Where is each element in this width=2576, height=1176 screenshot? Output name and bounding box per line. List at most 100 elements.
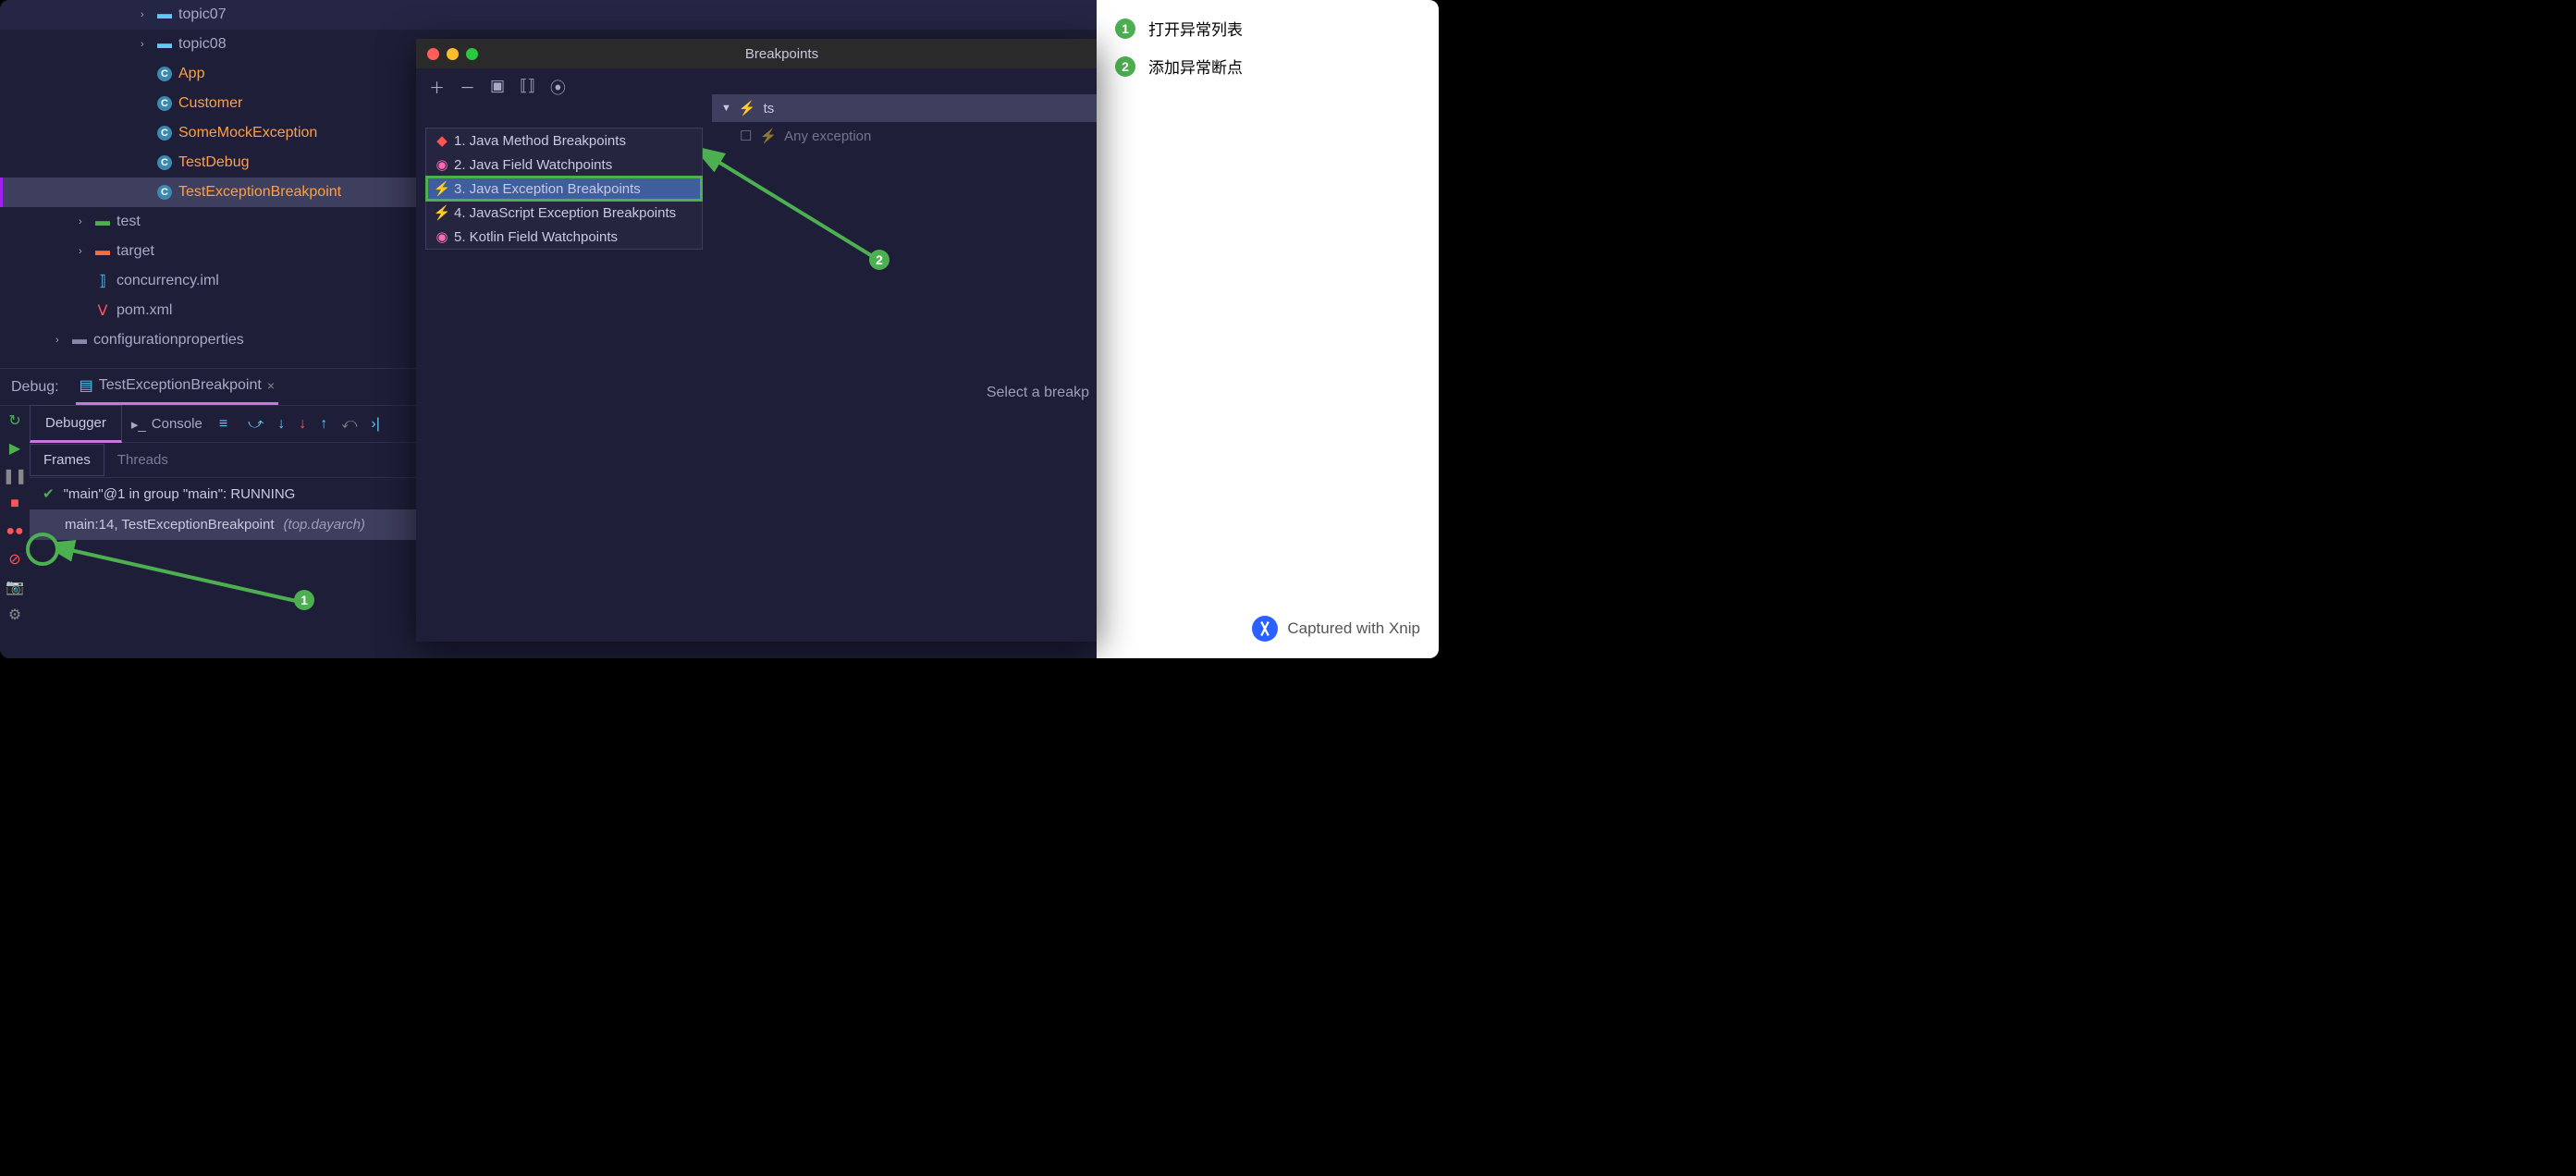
debug-label: Debug: [11,379,59,396]
menu-java-exception-bp[interactable]: ⚡ 3. Java Exception Breakpoints [426,177,702,201]
view-breakpoints-icon[interactable]: ●● [6,522,24,541]
chevron-down-icon: ▼ [721,103,731,114]
traffic-lights [427,48,478,60]
bp-any-exception: Any exception [784,129,871,144]
overlay-badge-1: 1 [294,590,314,610]
tree-label: pom.xml [117,302,172,319]
chevron-right-icon: › [141,39,152,50]
step-into-icon[interactable]: ↓ [277,416,285,433]
group-by-icon[interactable]: ▣ [490,77,505,95]
tree-label: TestDebug [178,154,250,171]
annotation-1: 1 打开异常列表 [1115,17,1420,40]
menu-label: 2. Java Field Watchpoints [454,157,612,173]
resume-icon[interactable]: ▶ [6,439,24,458]
chevron-right-icon: › [141,9,152,20]
lightning-icon: ⚡ [435,204,448,221]
menu-js-exception-bp[interactable]: ⚡ 4. JavaScript Exception Breakpoints [426,201,702,225]
group-by-class-icon[interactable]: ⦿ [550,75,566,98]
close-icon[interactable]: × [267,378,275,393]
tree-item-topic07[interactable]: › ▬ topic07 [0,0,1097,30]
annotation-panel: 1 打开异常列表 2 添加异常断点 Captured with Xnip [1097,0,1439,658]
step-over-icon[interactable]: ⤻ [248,416,264,433]
maximize-window-icon[interactable] [466,48,478,60]
bp-any-exception-row[interactable]: ☐ ⚡ Any exception [712,122,1097,150]
menu-label: 3. Java Exception Breakpoints [454,181,641,197]
check-icon: ✔ [43,485,55,502]
mute-breakpoints-icon[interactable]: ⊘ [6,550,24,569]
file-icon: ⟧ [94,273,111,289]
tree-label: test [117,214,141,230]
dialog-content: ▼ ⚡ ts ☐ ⚡ Any exception [712,94,1097,642]
camera-icon[interactable]: 📷 [6,578,24,596]
menu-java-field-wp[interactable]: ◉ 2. Java Field Watchpoints [426,153,702,177]
eye-icon: ◉ [435,156,448,173]
annotation-2-text: 添加异常断点 [1148,55,1243,78]
drop-frame-icon[interactable]: ⤺ [341,416,357,433]
tree-label: concurrency.iml [117,273,219,289]
dialog-hint: Select a breakp [987,385,1089,401]
remove-breakpoint-icon[interactable]: － [460,75,475,98]
eye-icon: ◉ [435,228,448,245]
config-name: TestExceptionBreakpoint [99,377,262,394]
group-by-file-icon[interactable]: ⟦⟧ [520,77,535,95]
tab-frames[interactable]: Frames [30,444,104,476]
chevron-right-icon: › [79,216,90,227]
capture-watermark: Captured with Xnip [1115,616,1420,642]
menu-label: 1. Java Method Breakpoints [454,133,626,149]
class-icon: C [156,66,173,82]
tree-label: Customer [178,95,242,112]
tree-label: topic07 [178,6,227,23]
folder-icon: ▬ [156,6,173,23]
thread-status: "main"@1 in group "main": RUNNING [64,486,296,502]
step-out-icon[interactable]: ↑ [320,416,327,433]
xnip-icon [1252,616,1278,642]
run-to-cursor-icon[interactable]: ›| [371,416,379,433]
overlay-badge-2: 2 [869,250,889,270]
debug-controls: ↻ ▶ ❚❚ ■ ●● ⊘ 📷 ⚙ [0,406,30,658]
rerun-icon[interactable]: ↻ [6,411,24,430]
tree-label: TestExceptionBreakpoint [178,184,341,201]
class-icon: C [156,95,173,112]
tab-debugger[interactable]: Debugger [30,405,122,443]
lightning-icon: ⚡ [435,180,448,197]
pause-icon[interactable]: ❚❚ [6,467,24,485]
menu-kotlin-field-wp[interactable]: ◉ 5. Kotlin Field Watchpoints [426,225,702,249]
folder-icon: ▬ [94,243,111,260]
maven-icon: Ⅴ [94,302,111,319]
annotation-2: 2 添加异常断点 [1115,55,1420,78]
console-icon: ▸_ [131,416,146,433]
menu-java-method-bp[interactable]: ◆ 1. Java Method Breakpoints [426,129,702,153]
class-icon: C [156,154,173,171]
dialog-titlebar[interactable]: Breakpoints [416,39,1097,68]
debug-config-tab[interactable]: ▤ TestExceptionBreakpoint × [76,369,278,405]
badge-2: 2 [1115,56,1135,77]
checkbox-icon[interactable]: ☐ [740,128,752,144]
class-icon: C [156,125,173,141]
layout-icon[interactable]: ≡ [212,416,235,433]
annotation-1-text: 打开异常列表 [1148,17,1243,40]
breakpoint-type-menu[interactable]: ◆ 1. Java Method Breakpoints ◉ 2. Java F… [425,128,703,250]
tree-label: SomeMockException [178,125,317,141]
breakpoints-dialog[interactable]: Breakpoints ＋ － ▣ ⟦⟧ ⦿ ▼ ⚡ ts ☐ ⚡ Any ex… [416,39,1097,642]
tree-label: topic08 [178,36,227,53]
add-breakpoint-icon[interactable]: ＋ [429,75,445,98]
class-icon: C [156,184,173,201]
badge-1: 1 [1115,18,1135,39]
close-window-icon[interactable] [427,48,439,60]
highlight-circle-1 [26,533,59,566]
diamond-icon: ◆ [435,132,448,149]
tree-label: configurationproperties [93,332,244,349]
bp-category-ts: ts [764,101,775,116]
folder-icon: ▬ [71,332,88,349]
force-step-into-icon[interactable]: ↓ [299,416,306,433]
stop-icon[interactable]: ■ [6,495,24,513]
tab-console[interactable]: ▸_ Console [122,416,212,433]
frame-text: main:14, TestExceptionBreakpoint [65,517,275,533]
tree-label: target [117,243,154,260]
dialog-title: Breakpoints [478,46,1086,62]
minimize-window-icon[interactable] [447,48,459,60]
settings-icon[interactable]: ⚙ [6,606,24,624]
tab-threads[interactable]: Threads [104,445,181,475]
bp-category-row[interactable]: ▼ ⚡ ts [712,94,1097,122]
chevron-right-icon: › [55,335,67,346]
